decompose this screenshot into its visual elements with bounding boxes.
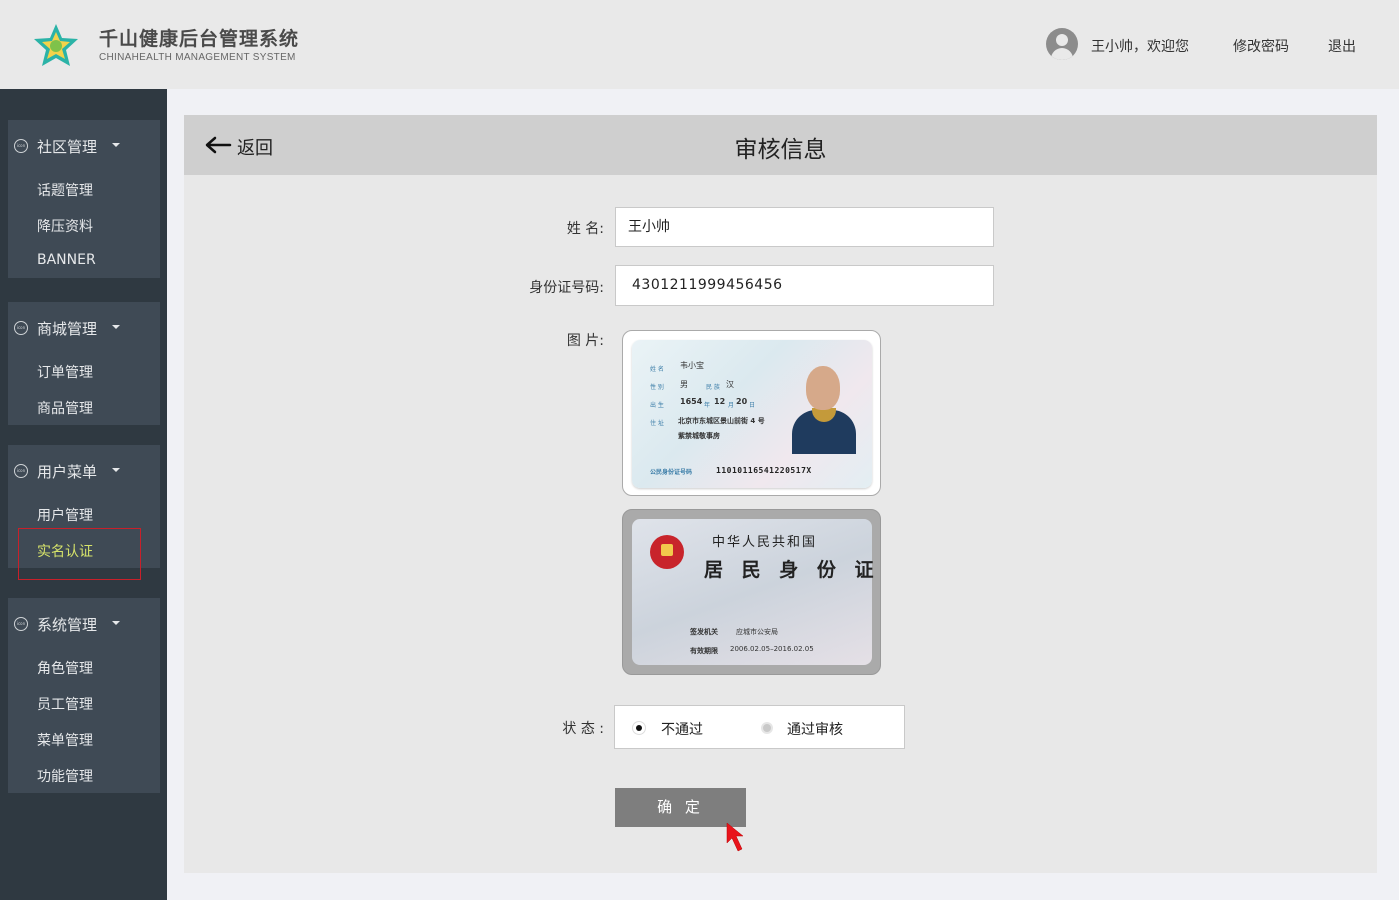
card-id-number: 11010116541220517X xyxy=(716,466,812,475)
page-title: 审核信息 xyxy=(734,137,827,163)
card-portrait xyxy=(790,362,860,454)
menu-head-system[interactable]: icon 系统管理 xyxy=(8,598,160,648)
caret-down-icon xyxy=(112,325,120,329)
card-sex: 男 xyxy=(680,380,688,389)
menu-head-mall[interactable]: icon 商城管理 xyxy=(8,302,160,352)
app-title: 千山健康后台管理系统 xyxy=(99,28,300,50)
menu-group-system: icon 系统管理 角色管理 员工管理 菜单管理 功能管理 xyxy=(8,598,160,793)
menu-group-mall: icon 商城管理 订单管理 商品管理 xyxy=(8,302,160,425)
card-sex-key: 性 别 xyxy=(650,384,664,391)
logout-link[interactable]: 退出 xyxy=(1328,36,1356,56)
sidebar-item-hypertension-materials[interactable]: 降压资料 xyxy=(37,216,93,236)
sidebar: icon 社区管理 话题管理 降压资料 BANNER icon 商城管理 订单管… xyxy=(0,89,167,900)
sidebar-item-menus[interactable]: 菜单管理 xyxy=(37,730,93,750)
status-label: 状 态 : xyxy=(562,721,604,737)
user-avatar-icon[interactable] xyxy=(1046,28,1078,60)
radio-reject-label: 不通过 xyxy=(661,722,703,738)
image-label: 图 片: xyxy=(566,333,604,349)
menu-head-label: 商城管理 xyxy=(37,320,98,338)
panel-header: 返回 审核信息 xyxy=(184,115,1377,175)
card-authority-key: 签发机关 xyxy=(690,628,718,636)
card-address-line1: 北京市东城区景山前街 4 号 xyxy=(678,417,765,425)
radio-approve-label: 通过审核 xyxy=(787,722,843,738)
card-address-line2: 紫禁城敬事房 xyxy=(678,432,720,440)
sidebar-item-staff[interactable]: 员工管理 xyxy=(37,694,93,714)
menu-head-community[interactable]: icon 社区管理 xyxy=(8,120,160,170)
card-ethnic: 汉 xyxy=(726,380,734,389)
id-card-back-image[interactable]: 中华人民共和国 居 民 身 份 证 签发机关 应城市公安局 有效期限 2006.… xyxy=(622,509,881,675)
card-birth-year: 1654 xyxy=(680,397,703,406)
sidebar-item-roles[interactable]: 角色管理 xyxy=(37,658,93,678)
card-birth-month: 12 xyxy=(714,397,726,406)
sidebar-item-functions[interactable]: 功能管理 xyxy=(37,766,93,786)
caret-down-icon xyxy=(112,143,120,147)
card-back-title1: 中华人民共和国 xyxy=(712,535,818,550)
national-emblem-icon xyxy=(650,535,684,569)
menu-icon: icon xyxy=(14,321,28,335)
sidebar-item-banner[interactable]: BANNER xyxy=(37,252,96,268)
logo-star-icon xyxy=(34,24,78,66)
sidebar-item-user-management[interactable]: 用户管理 xyxy=(37,505,93,525)
card-birth-key: 出 生 xyxy=(650,402,664,409)
menu-head-users[interactable]: icon 用户菜单 xyxy=(8,445,160,495)
welcome-text: 王小帅，欢迎您 xyxy=(1091,39,1189,55)
name-field[interactable]: 王小帅 xyxy=(615,207,994,247)
card-id-key: 公民身份证号码 xyxy=(650,469,693,476)
card-year-unit: 年 xyxy=(704,402,711,409)
menu-head-label: 用户菜单 xyxy=(37,463,98,481)
card-authority: 应城市公安局 xyxy=(736,628,778,636)
card-address-key: 住 址 xyxy=(650,420,664,427)
radio-unchecked-icon xyxy=(761,722,773,734)
menu-head-label: 系统管理 xyxy=(37,616,98,634)
card-back-title2: 居 民 身 份 证 xyxy=(704,559,880,581)
card-name-key: 姓 名 xyxy=(650,366,664,373)
id-card-front-image[interactable]: 姓 名 韦小宝 性 别 男 民 族 汉 出 生 1654 年 12 月 20 日… xyxy=(622,330,881,496)
card-month-unit: 月 xyxy=(728,402,735,409)
id-number-label: 身份证号码: xyxy=(529,280,604,296)
mouse-cursor-icon xyxy=(726,822,744,852)
sidebar-item-topics[interactable]: 话题管理 xyxy=(37,180,93,200)
status-radio-group: 不通过 通过审核 xyxy=(614,705,905,749)
card-day-unit: 日 xyxy=(749,402,756,409)
card-birth-day: 20 xyxy=(736,397,748,406)
menu-icon: icon xyxy=(14,139,28,153)
sidebar-item-orders[interactable]: 订单管理 xyxy=(37,362,93,382)
change-password-link[interactable]: 修改密码 xyxy=(1233,36,1289,56)
caret-down-icon xyxy=(112,621,120,625)
id-card-back: 中华人民共和国 居 民 身 份 证 签发机关 应城市公安局 有效期限 2006.… xyxy=(632,519,873,665)
caret-down-icon xyxy=(112,468,120,472)
card-ethnic-key: 民 族 xyxy=(706,384,720,391)
menu-head-label: 社区管理 xyxy=(37,138,98,156)
card-validity: 2006.02.05–2016.02.05 xyxy=(730,645,814,653)
card-name: 韦小宝 xyxy=(680,361,704,370)
top-header: 千山健康后台管理系统 CHINAHEALTH MANAGEMENT SYSTEM… xyxy=(0,0,1399,89)
main-panel: 返回 审核信息 姓 名: 王小帅 身份证号码: 4301211999456456… xyxy=(184,115,1377,873)
name-label: 姓 名: xyxy=(566,221,604,237)
radio-checked-icon xyxy=(633,722,645,734)
active-item-highlight xyxy=(18,528,141,580)
id-number-field[interactable]: 4301211999456456 xyxy=(615,265,994,306)
app-subtitle: CHINAHEALTH MANAGEMENT SYSTEM xyxy=(99,52,296,63)
menu-group-community: icon 社区管理 话题管理 降压资料 BANNER xyxy=(8,120,160,278)
id-card-front: 姓 名 韦小宝 性 别 男 民 族 汉 出 生 1654 年 12 月 20 日… xyxy=(632,340,872,488)
menu-icon: icon xyxy=(14,464,28,478)
sidebar-item-products[interactable]: 商品管理 xyxy=(37,398,93,418)
menu-icon: icon xyxy=(14,617,28,631)
card-validity-key: 有效期限 xyxy=(690,647,718,655)
